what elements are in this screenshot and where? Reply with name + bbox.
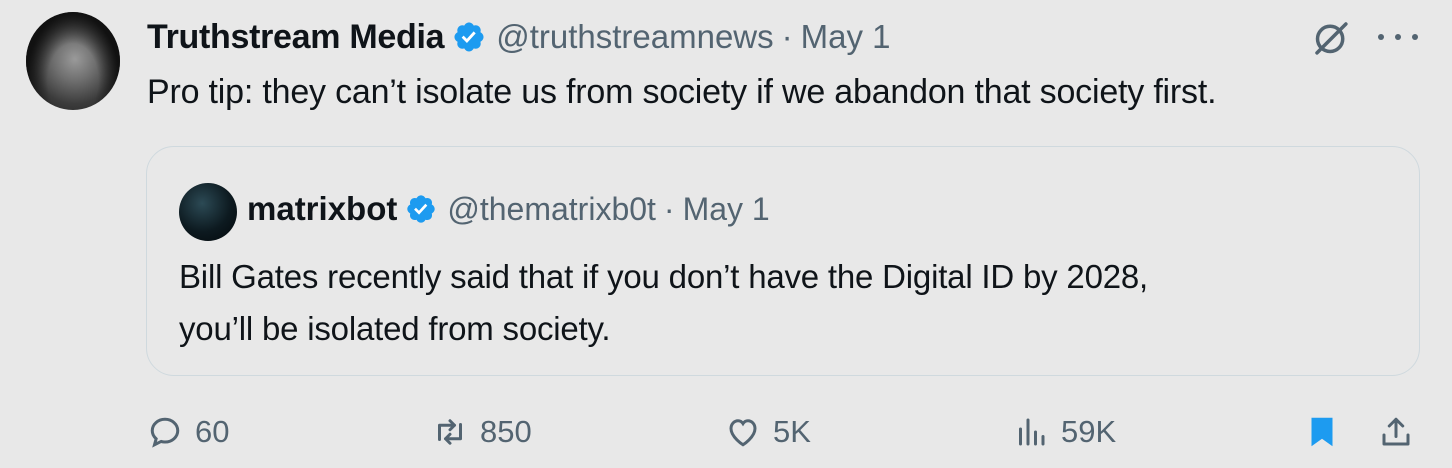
- header-separator: ·: [781, 18, 793, 55]
- verified-badge-icon: [407, 195, 436, 223]
- reply-icon: [150, 417, 180, 448]
- views-button[interactable]: 59K: [1013, 404, 1116, 460]
- reply-button[interactable]: 60: [147, 404, 229, 460]
- heart-icon: [729, 419, 757, 447]
- reply-count: 60: [195, 414, 230, 449]
- quoted-author-handle: @thematrixb0t: [447, 190, 656, 227]
- view-count: 59K: [1061, 414, 1117, 449]
- quoted-text-line-2: you’ll be isolated from society.: [179, 310, 611, 347]
- repost-count: 850: [480, 414, 532, 449]
- share-button[interactable]: [1378, 404, 1414, 460]
- share-icon: [1382, 417, 1410, 446]
- grok-icon[interactable]: [1310, 17, 1352, 59]
- quoted-tweet-header: matrixbot @thematrixb0t · May 1: [247, 187, 770, 231]
- author-name[interactable]: Truthstream Media: [147, 18, 445, 57]
- tweet-date[interactable]: May 1: [801, 18, 891, 56]
- author-handle[interactable]: @truthstreamnews: [496, 18, 773, 56]
- repost-button[interactable]: 850: [432, 404, 532, 460]
- quoted-tweet[interactable]: matrixbot @thematrixb0t · May 1 Bill Gat…: [146, 146, 1420, 376]
- tweet-text: Pro tip: they can’t isolate us from soci…: [147, 73, 1217, 111]
- repost-icon: [438, 419, 462, 445]
- quoted-text-line-1: Bill Gates recently said that if you don…: [179, 258, 1149, 295]
- more-icon[interactable]: [1378, 22, 1418, 52]
- quoted-header-separator: ·: [663, 190, 675, 227]
- author-avatar[interactable]: [26, 12, 120, 110]
- like-button[interactable]: 5K: [725, 404, 811, 460]
- verified-badge-icon: [454, 22, 484, 52]
- views-chart-icon: [1019, 418, 1045, 446]
- tweet-header: Truthstream Media @truthstreamnews · May…: [147, 14, 891, 60]
- bookmark-icon: [1311, 417, 1333, 447]
- quoted-tweet-date: May 1: [682, 190, 770, 227]
- tweet-actions: 60 850 5K 59K: [0, 404, 1452, 460]
- like-count: 5K: [773, 414, 811, 449]
- bookmark-button[interactable]: [1304, 404, 1340, 460]
- quoted-tweet-text: Bill Gates recently said that if you don…: [179, 251, 1399, 355]
- quoted-author-avatar: [179, 183, 237, 241]
- quoted-author-name: matrixbot: [247, 190, 398, 227]
